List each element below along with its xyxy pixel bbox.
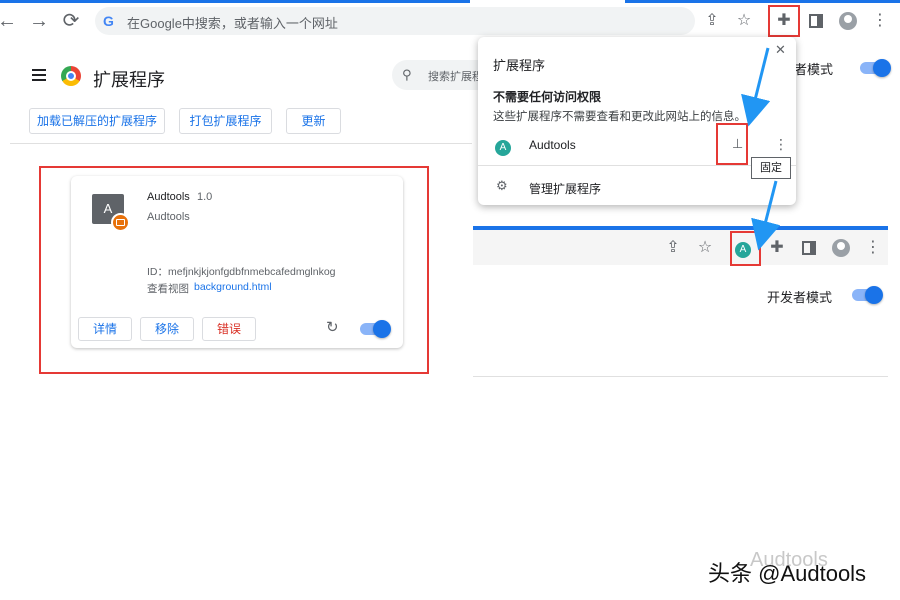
extension-name: Audtools (147, 191, 190, 203)
popup-ext-row[interactable]: A (495, 137, 511, 156)
profile-avatar[interactable] (836, 9, 860, 33)
forward-button[interactable]: → (26, 8, 52, 34)
dev-mode-label: 开发者模式 (767, 290, 833, 305)
manage-extensions-link[interactable]: 管理扩展程序 (529, 180, 601, 197)
chrome-menu-icon[interactable]: ⋮ (868, 9, 892, 33)
extensions-puzzle-icon[interactable]: ✚ (765, 236, 789, 260)
omnibox-placeholder: 在Google中搜索，或者输入一个网址 (127, 16, 338, 31)
pin-tooltip: 固定 (751, 157, 791, 179)
puzzle-highlight-box (768, 5, 800, 37)
search-icon: ⚲ (402, 67, 412, 82)
audtools-icon: A (495, 140, 511, 156)
extension-description: Audtools (147, 211, 190, 223)
header-divider (10, 143, 472, 144)
popup-section-desc: 这些扩展程序不需要查看和更改此网站上的信息。 (493, 111, 746, 123)
extension-id: ID：mefjnkjkjonfgdbfnmebcafedmglnkog (147, 266, 336, 278)
fragment-divider (473, 376, 888, 377)
chrome-menu-icon[interactable]: ⋮ (861, 236, 885, 260)
chrome-logo-icon (61, 66, 81, 86)
active-tab-indicator (0, 0, 470, 3)
manage-gear-icon: ⚙ (496, 178, 508, 193)
extensions-popup: 扩展程序 ✕ 不需要任何访问权限 这些扩展程序不需要查看和更改此网站上的信息。 … (478, 37, 796, 205)
details-button[interactable]: 详情 (78, 317, 132, 341)
pinned-highlight-box (730, 231, 761, 266)
share-icon[interactable]: ⇪ (661, 236, 685, 260)
page-title: 扩展程序 (93, 70, 165, 90)
reload-button[interactable]: ⟳ (58, 8, 84, 34)
inspect-views-label: 查看视图 (147, 283, 189, 295)
extension-enable-toggle[interactable] (360, 320, 391, 338)
dev-mode-toggle-2[interactable] (852, 286, 883, 304)
profile-avatar[interactable] (829, 236, 853, 260)
ext-item-menu-icon[interactable]: ⋮ (774, 136, 788, 153)
popup-title: 扩展程序 (493, 58, 546, 73)
dev-mode-toggle[interactable] (860, 59, 891, 77)
load-unpacked-button[interactable]: 加载已解压的扩展程序 (29, 108, 165, 134)
dev-mode-label-partial: 者模式 (794, 62, 834, 77)
remove-button[interactable]: 移除 (140, 317, 194, 341)
popup-close-icon[interactable]: ✕ (775, 42, 786, 58)
extension-version: 1.0 (197, 191, 213, 203)
watermark: 头条 @Audtools (708, 561, 867, 586)
popup-divider (478, 165, 796, 166)
extension-badge-icon (111, 213, 130, 232)
hamburger-menu-icon[interactable] (32, 69, 46, 84)
side-panel-icon[interactable] (804, 9, 828, 33)
pin-highlight-box (716, 123, 748, 165)
bookmark-star-icon[interactable]: ☆ (732, 9, 756, 33)
popup-ext-name[interactable]: Audtools (529, 138, 576, 152)
pack-extension-button[interactable]: 打包扩展程序 (179, 108, 272, 134)
errors-button[interactable]: 错误 (202, 317, 256, 341)
search-extensions-input[interactable]: ⚲ 搜索扩展程序 (392, 60, 492, 90)
share-icon[interactable]: ⇪ (700, 9, 724, 33)
omnibox[interactable]: G 在Google中搜索，或者输入一个网址 (95, 7, 695, 35)
popup-section-heading: 不需要任何访问权限 (493, 90, 602, 104)
background-page-link[interactable]: background.html (194, 281, 272, 293)
back-button[interactable]: ← (0, 8, 20, 34)
tab-strip-indicator (625, 0, 900, 3)
google-icon: G (103, 13, 114, 29)
reload-extension-icon[interactable]: ↻ (326, 318, 339, 336)
bookmark-star-icon[interactable]: ☆ (693, 236, 717, 260)
update-button[interactable]: 更新 (286, 108, 341, 134)
side-panel-icon[interactable] (797, 236, 821, 260)
